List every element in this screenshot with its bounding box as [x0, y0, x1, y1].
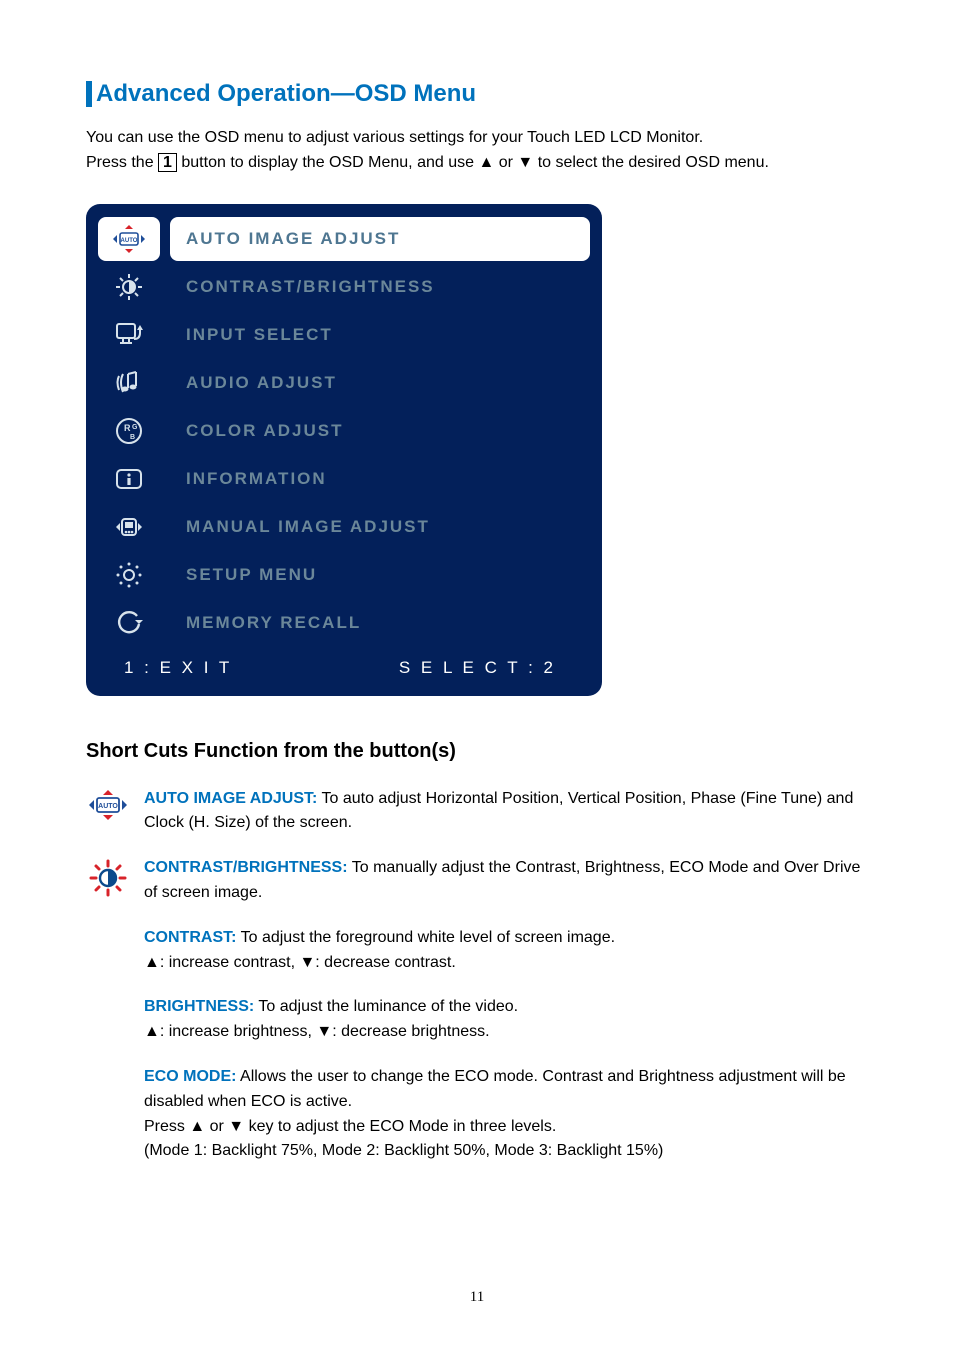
heading-text: Advanced Operation—OSD Menu [96, 80, 476, 108]
desc-eco-mode: ECO MODE: Allows the user to change the … [144, 1065, 868, 1164]
keys-brightness: ▲: increase brightness, ▼: decrease brig… [144, 1023, 490, 1040]
keys-contrast: ▲: increase contrast, ▼: decrease contra… [144, 954, 456, 971]
osd-item-setup-menu[interactable]: SETUP MENU [98, 552, 590, 598]
osd-item-input-select[interactable]: INPUT SELECT [98, 312, 590, 358]
intro-after-box: button to display the OSD Menu, and use … [177, 154, 769, 171]
text-eco-mode-3: (Mode 1: Backlight 75%, Mode 2: Backligh… [144, 1142, 663, 1159]
section-heading: Advanced Operation—OSD Menu [86, 80, 868, 108]
svg-text:G: G [132, 424, 138, 431]
label-auto-image-adjust: AUTO IMAGE ADJUST: [144, 790, 317, 807]
button-1-glyph: 1 [158, 153, 177, 173]
osd-item-memory-recall[interactable]: MEMORY RECALL [98, 600, 590, 646]
osd-item-label: COLOR ADJUST [170, 409, 590, 453]
osd-item-label: SETUP MENU [170, 553, 590, 597]
label-contrast-brightness: CONTRAST/BRIGHTNESS: [144, 859, 348, 876]
osd-item-audio-adjust[interactable]: AUDIO ADJUST [98, 360, 590, 406]
information-icon [98, 457, 160, 501]
osd-footer-exit: 1 : E X I T [124, 658, 232, 678]
osd-item-label: AUDIO ADJUST [170, 361, 590, 405]
svg-text:B: B [130, 434, 135, 441]
intro-before-box: Press the [86, 154, 158, 171]
svg-text:AUTO: AUTO [98, 803, 118, 810]
osd-item-label: CONTRAST/BRIGHTNESS [170, 265, 590, 309]
osd-item-manual-image-adjust[interactable]: MANUAL IMAGE ADJUST [98, 504, 590, 550]
svg-text:R: R [124, 423, 131, 433]
osd-menu-panel: AUTO AUTO IMAGE ADJUST CONTRAST/BRIGHTNE… [86, 204, 602, 696]
text-contrast: To adjust the foreground white level of … [236, 929, 615, 946]
desc-text: CONTRAST/BRIGHTNESS: To manually adjust … [144, 856, 868, 906]
osd-item-color-adjust[interactable]: R G B COLOR ADJUST [98, 408, 590, 454]
text-eco-mode-2: Press ▲ or ▼ key to adjust the ECO Mode … [144, 1118, 556, 1135]
desc-text: AUTO IMAGE ADJUST: To auto adjust Horizo… [144, 787, 868, 837]
intro-line1: You can use the OSD menu to adjust vario… [86, 129, 703, 146]
desc-brightness: BRIGHTNESS: To adjust the luminance of t… [144, 995, 868, 1045]
auto-image-adjust-icon: AUTO [98, 217, 160, 261]
osd-item-label: INFORMATION [170, 457, 590, 501]
color-adjust-icon: R G B [98, 409, 160, 453]
subheading-shortcuts: Short Cuts Function from the button(s) [86, 740, 868, 763]
label-contrast: CONTRAST: [144, 929, 236, 946]
auto-image-adjust-icon: AUTO [86, 787, 130, 821]
text-eco-mode-1: Allows the user to change the ECO mode. … [144, 1068, 846, 1110]
osd-item-label: INPUT SELECT [170, 313, 590, 357]
osd-item-information[interactable]: INFORMATION [98, 456, 590, 502]
osd-item-auto-image-adjust[interactable]: AUTO AUTO IMAGE ADJUST [98, 216, 590, 262]
osd-item-label: MEMORY RECALL [170, 601, 590, 645]
setup-menu-icon [98, 553, 160, 597]
desc-contrast-brightness: CONTRAST/BRIGHTNESS: To manually adjust … [86, 856, 868, 906]
osd-item-label: MANUAL IMAGE ADJUST [170, 505, 590, 549]
label-eco-mode: ECO MODE: [144, 1068, 236, 1085]
memory-recall-icon [98, 601, 160, 645]
label-brightness: BRIGHTNESS: [144, 998, 254, 1015]
input-select-icon [98, 313, 160, 357]
svg-text:AUTO: AUTO [121, 238, 138, 244]
page-number: 11 [0, 1289, 954, 1306]
audio-adjust-icon [98, 361, 160, 405]
osd-footer: 1 : E X I T S E L E C T : 2 [98, 648, 590, 678]
text-brightness: To adjust the luminance of the video. [254, 998, 518, 1015]
osd-item-label: AUTO IMAGE ADJUST [170, 217, 590, 261]
osd-footer-select: S E L E C T : 2 [399, 658, 556, 678]
brightness-icon [98, 265, 160, 309]
intro-paragraph: You can use the OSD menu to adjust vario… [86, 126, 868, 176]
brightness-icon [86, 856, 130, 898]
heading-accent-bar [86, 81, 92, 107]
desc-auto-image-adjust: AUTO AUTO IMAGE ADJUST: To auto adjust H… [86, 787, 868, 837]
manual-image-adjust-icon [98, 505, 160, 549]
osd-item-contrast-brightness[interactable]: CONTRAST/BRIGHTNESS [98, 264, 590, 310]
desc-contrast: CONTRAST: To adjust the foreground white… [144, 926, 868, 976]
